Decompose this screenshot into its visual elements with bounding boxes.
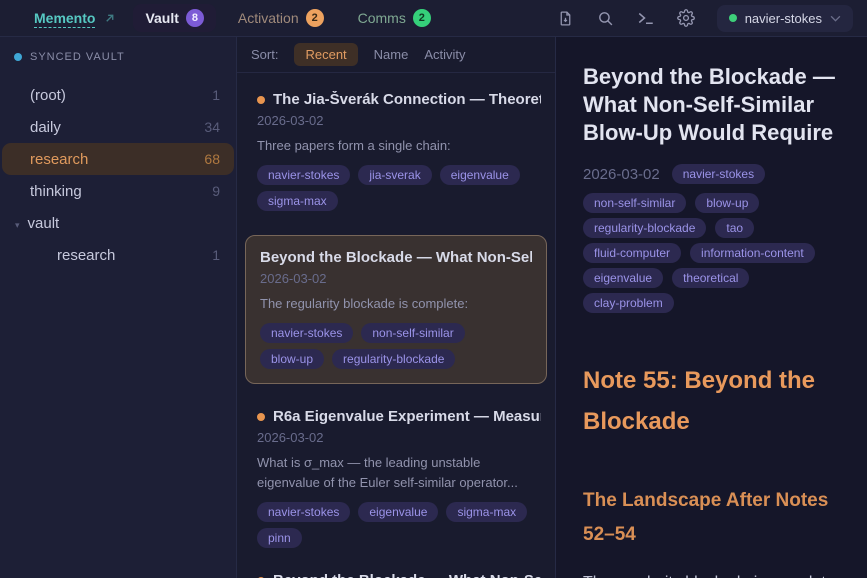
tag[interactable]: fluid-computer	[583, 243, 681, 263]
note-excerpt: What is σ_max — the leading unstable eig…	[257, 453, 541, 493]
sort-option-activity[interactable]: Activity	[424, 47, 465, 62]
note-paragraph: The regularity blockade is complete:	[583, 569, 843, 578]
note-date: 2026-03-02	[260, 271, 532, 286]
tag[interactable]: eigenvalue	[440, 165, 520, 185]
note-title: The Jia-Šverák Connection — Theoretic	[273, 91, 541, 108]
sort-label: Sort:	[251, 47, 278, 62]
tag[interactable]: eigenvalue	[583, 268, 663, 288]
tag[interactable]: regularity-blockade	[583, 218, 706, 238]
sidebar-item-count: 1	[212, 247, 220, 263]
note-card-jia-sverak[interactable]: The Jia-Šverák Connection — Theoretic 20…	[237, 91, 555, 211]
sidebar-item-vault[interactable]: ▾vault	[2, 207, 234, 239]
sidebar-item-label: thinking	[30, 183, 82, 200]
tab-activation[interactable]: Activation 2	[226, 4, 336, 32]
tab-vault[interactable]: Vault 8	[133, 4, 215, 32]
sidebar-item-root[interactable]: (root) 1	[2, 79, 234, 111]
synced-vault-header: SYNCED VAULT	[0, 51, 236, 63]
detail-meta: 2026-03-02 navier-stokes	[583, 164, 843, 184]
tag[interactable]: information-content	[690, 243, 815, 263]
sidebar: SYNCED VAULT (root) 1 daily 34 research …	[0, 37, 237, 578]
sort-option-recent[interactable]: Recent	[294, 43, 357, 66]
tab-comms-badge: 2	[413, 9, 431, 27]
unread-dot-icon	[257, 413, 265, 421]
note-date: 2026-03-02	[257, 113, 541, 128]
synced-dot-icon	[14, 53, 22, 61]
user-name: navier-stokes	[745, 11, 822, 26]
note-excerpt: The regularity blockade is complete:	[260, 294, 532, 314]
note-heading-1: Note 55: Beyond the Blockade	[583, 360, 843, 442]
chevron-down-icon	[830, 15, 841, 22]
search-icon[interactable]	[591, 3, 621, 33]
note-card-beyond-blockade-2[interactable]: Beyond the Blockade — What Non-Self- 202…	[237, 572, 555, 578]
note-tags: navier-stokes eigenvalue sigma-max pinn	[257, 502, 541, 548]
note-title: Beyond the Blockade — What Non-Self-S	[260, 249, 532, 266]
note-list-column: Sort: Recent Name Activity The Jia-Šverá…	[237, 37, 556, 578]
tag[interactable]: jia-sverak	[358, 165, 431, 185]
note-card-beyond-blockade-selected[interactable]: Beyond the Blockade — What Non-Self-S 20…	[245, 235, 547, 384]
tab-comms[interactable]: Comms 2	[346, 4, 443, 32]
tag[interactable]: regularity-blockade	[332, 349, 455, 369]
detail-date: 2026-03-02	[583, 166, 660, 183]
note-card-r6a-eigenvalue[interactable]: R6a Eigenvalue Experiment — Measurin 202…	[237, 408, 555, 548]
tag[interactable]: navier-stokes	[257, 165, 350, 185]
note-tags: navier-stokes non-self-similar blow-up r…	[260, 323, 532, 369]
note-heading-2: The Landscape After Notes 52–54	[583, 484, 843, 552]
tag[interactable]: sigma-max	[446, 502, 527, 522]
sidebar-item-count: 34	[204, 119, 220, 135]
sidebar-item-label: ▾vault	[30, 215, 59, 232]
tag[interactable]: sigma-max	[257, 191, 338, 211]
sort-option-name[interactable]: Name	[374, 47, 409, 62]
tab-vault-label: Vault	[145, 10, 178, 26]
tag[interactable]: clay-problem	[583, 293, 674, 313]
sidebar-item-count: 68	[204, 151, 220, 167]
tag[interactable]: non-self-similar	[583, 193, 686, 213]
note-date: 2026-03-02	[257, 430, 541, 445]
detail-tags: non-self-similar blow-up regularity-bloc…	[583, 193, 833, 313]
note-list: The Jia-Šverák Connection — Theoretic 20…	[237, 73, 555, 578]
gear-icon[interactable]	[671, 3, 701, 33]
sidebar-item-daily[interactable]: daily 34	[2, 111, 234, 143]
top-bar: Memento Vault 8 Activation 2 Comms 2	[0, 0, 867, 37]
note-title: R6a Eigenvalue Experiment — Measurin	[273, 408, 541, 425]
sidebar-item-vault-research[interactable]: research 1	[2, 239, 234, 271]
main-area: SYNCED VAULT (root) 1 daily 34 research …	[0, 37, 867, 578]
user-menu[interactable]: navier-stokes	[717, 5, 853, 32]
note-tags: navier-stokes jia-sverak eigenvalue sigm…	[257, 165, 541, 211]
note-title: Beyond the Blockade — What Non-Self-	[273, 572, 541, 578]
sidebar-item-count: 9	[212, 183, 220, 199]
sidebar-item-label: research	[30, 151, 88, 168]
tag[interactable]: pinn	[257, 528, 302, 548]
detail-title: Beyond the Blockade — What Non-Self-Simi…	[583, 63, 843, 147]
tab-activation-label: Activation	[238, 10, 299, 26]
terminal-icon[interactable]	[631, 3, 661, 33]
document-icon[interactable]	[551, 3, 581, 33]
sidebar-item-thinking[interactable]: thinking 9	[2, 175, 234, 207]
note-detail-pane: Beyond the Blockade — What Non-Self-Simi…	[556, 37, 867, 578]
tag[interactable]: non-self-similar	[361, 323, 464, 343]
user-status-dot	[729, 14, 737, 22]
tab-comms-label: Comms	[358, 10, 406, 26]
sidebar-item-research[interactable]: research 68	[2, 143, 234, 175]
tab-activation-badge: 2	[306, 9, 324, 27]
tag[interactable]: navier-stokes	[672, 164, 765, 184]
tag[interactable]: blow-up	[260, 349, 324, 369]
external-link-icon	[104, 13, 115, 24]
app-logo[interactable]: Memento	[34, 10, 95, 26]
sidebar-item-label: daily	[30, 119, 61, 136]
sidebar-item-count: 1	[212, 87, 220, 103]
tag[interactable]: eigenvalue	[358, 502, 438, 522]
sidebar-item-label: research	[57, 247, 115, 264]
tag[interactable]: tao	[715, 218, 754, 238]
tab-vault-badge: 8	[186, 9, 204, 27]
note-excerpt: Three papers form a single chain:	[257, 136, 541, 156]
sidebar-item-label: (root)	[30, 87, 66, 104]
tag[interactable]: theoretical	[672, 268, 749, 288]
tag[interactable]: blow-up	[695, 193, 759, 213]
collapse-arrow-icon[interactable]: ▾	[15, 220, 20, 230]
tag[interactable]: navier-stokes	[257, 502, 350, 522]
synced-vault-label: SYNCED VAULT	[30, 51, 125, 63]
tag[interactable]: navier-stokes	[260, 323, 353, 343]
unread-dot-icon	[257, 96, 265, 104]
sort-bar: Sort: Recent Name Activity	[237, 37, 555, 73]
